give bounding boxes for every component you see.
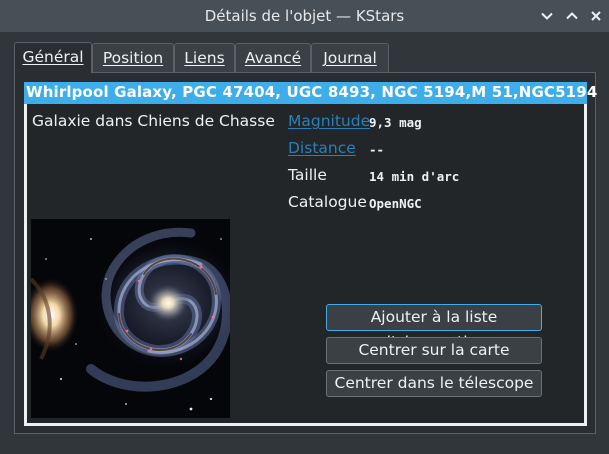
tab-label: Position <box>102 49 164 67</box>
close-button[interactable] <box>588 8 604 24</box>
center-in-telescope-button[interactable]: Centrer dans le télescope <box>326 370 542 397</box>
tab-general[interactable]: Général <box>14 42 92 73</box>
galaxy-image <box>31 219 230 418</box>
object-names-bar: Whirlpool Galaxy, PGC 47404, UGC 8493, N… <box>24 82 597 104</box>
tab-label: Liens <box>184 49 225 67</box>
tab-label: Général <box>22 48 84 66</box>
distance-link[interactable]: Distance <box>288 139 356 157</box>
tab-position[interactable]: Position <box>92 43 174 72</box>
add-to-observation-list-button[interactable]: Ajouter à la liste d'observation <box>326 304 542 351</box>
catalog-value: OpenNGC <box>369 196 422 211</box>
title-bar[interactable]: Détails de l'objet — KStars <box>0 0 609 32</box>
magnitude-value: 9,3 mag <box>369 115 422 130</box>
close-icon <box>591 11 601 21</box>
tab-liens[interactable]: Liens <box>174 43 235 72</box>
button-label: Centrer dans le télescope <box>334 374 534 392</box>
size-label: Taille <box>288 166 327 184</box>
window-title: Détails de l'objet — KStars <box>204 7 405 25</box>
center-on-map-button[interactable]: Centrer sur la carte <box>326 337 542 364</box>
distance-value: -- <box>369 142 385 157</box>
maximize-button[interactable] <box>564 8 580 24</box>
chevron-down-icon <box>541 12 553 20</box>
tab-label: Avancé <box>244 49 302 67</box>
size-value: 14 min d'arc <box>369 169 460 184</box>
object-names: Whirlpool Galaxy, PGC 47404, UGC 8493, N… <box>26 83 598 101</box>
object-type: Galaxie dans Chiens de Chasse <box>32 112 275 130</box>
catalog-label: Catalogue <box>288 193 367 211</box>
tab-avance[interactable]: Avancé <box>235 43 311 72</box>
minimize-button[interactable] <box>539 8 555 24</box>
tab-journal[interactable]: Journal <box>311 43 389 72</box>
tab-label: Journal <box>323 49 377 67</box>
chevron-up-icon <box>566 12 578 20</box>
button-label: Centrer sur la carte <box>358 341 510 359</box>
magnitude-link[interactable]: Magnitude <box>288 112 370 130</box>
